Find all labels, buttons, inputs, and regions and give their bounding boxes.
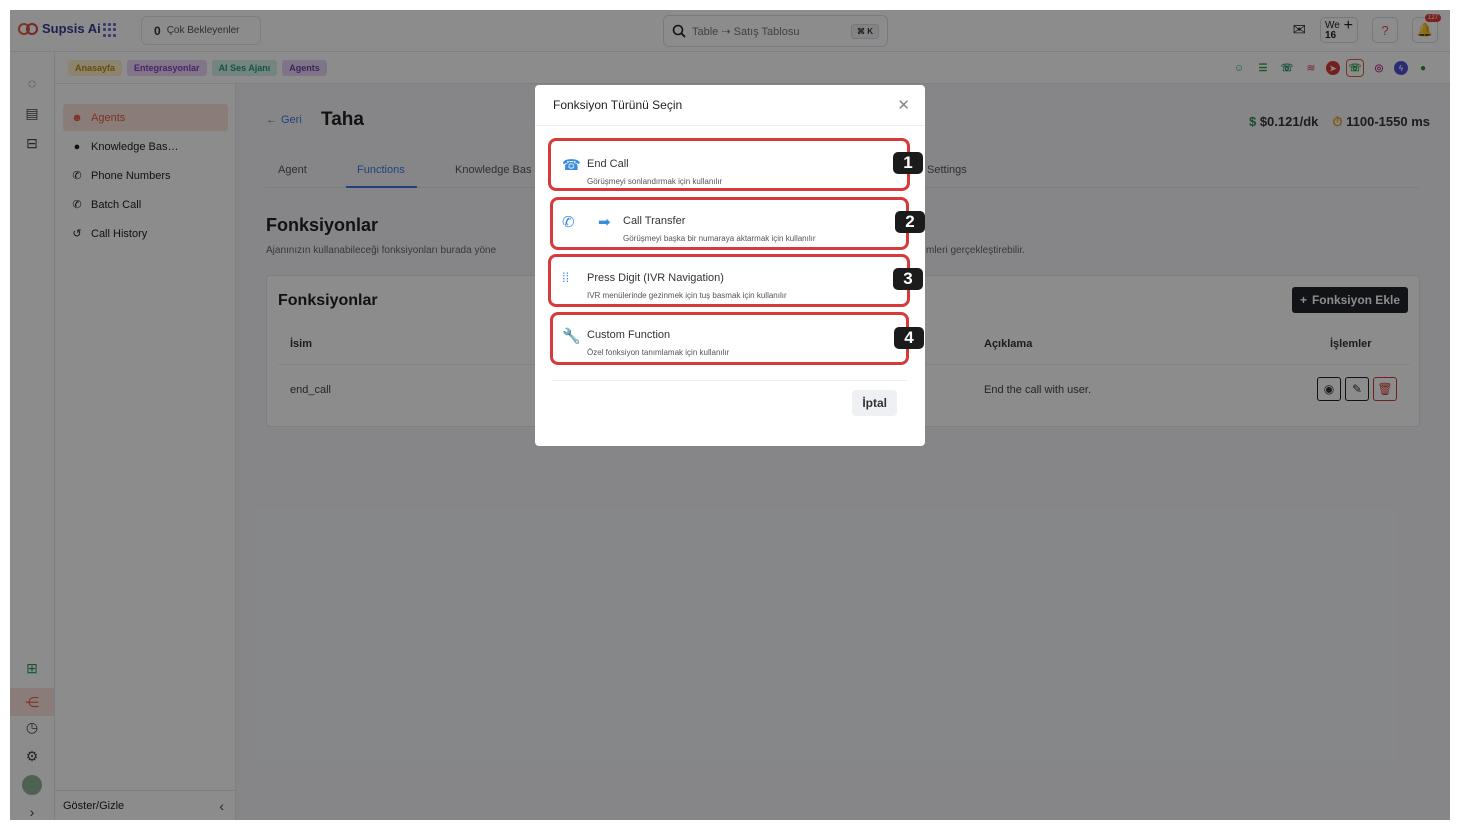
divider <box>552 380 907 381</box>
close-icon[interactable]: ✕ <box>897 96 910 114</box>
annotation-number: 3 <box>893 268 923 290</box>
highlight-box <box>550 197 909 250</box>
cancel-button[interactable]: İptal <box>852 390 897 416</box>
annotation-number: 1 <box>893 152 923 174</box>
modal-backdrop[interactable]: Fonksiyon Türünü Seçin ✕ ☎ End Call Görü… <box>10 10 1450 820</box>
highlight-box <box>550 312 909 365</box>
highlight-box <box>548 138 910 191</box>
divider <box>535 125 925 126</box>
function-type-modal: Fonksiyon Türünü Seçin ✕ ☎ End Call Görü… <box>535 85 925 446</box>
modal-title: Fonksiyon Türünü Seçin <box>553 98 683 112</box>
app-window: Supsis Ai 0 Çok Bekleyenler Table ⇢ Satı… <box>10 10 1450 820</box>
annotation-number: 4 <box>894 327 924 349</box>
annotation-number: 2 <box>895 211 925 233</box>
highlight-box <box>548 254 910 307</box>
